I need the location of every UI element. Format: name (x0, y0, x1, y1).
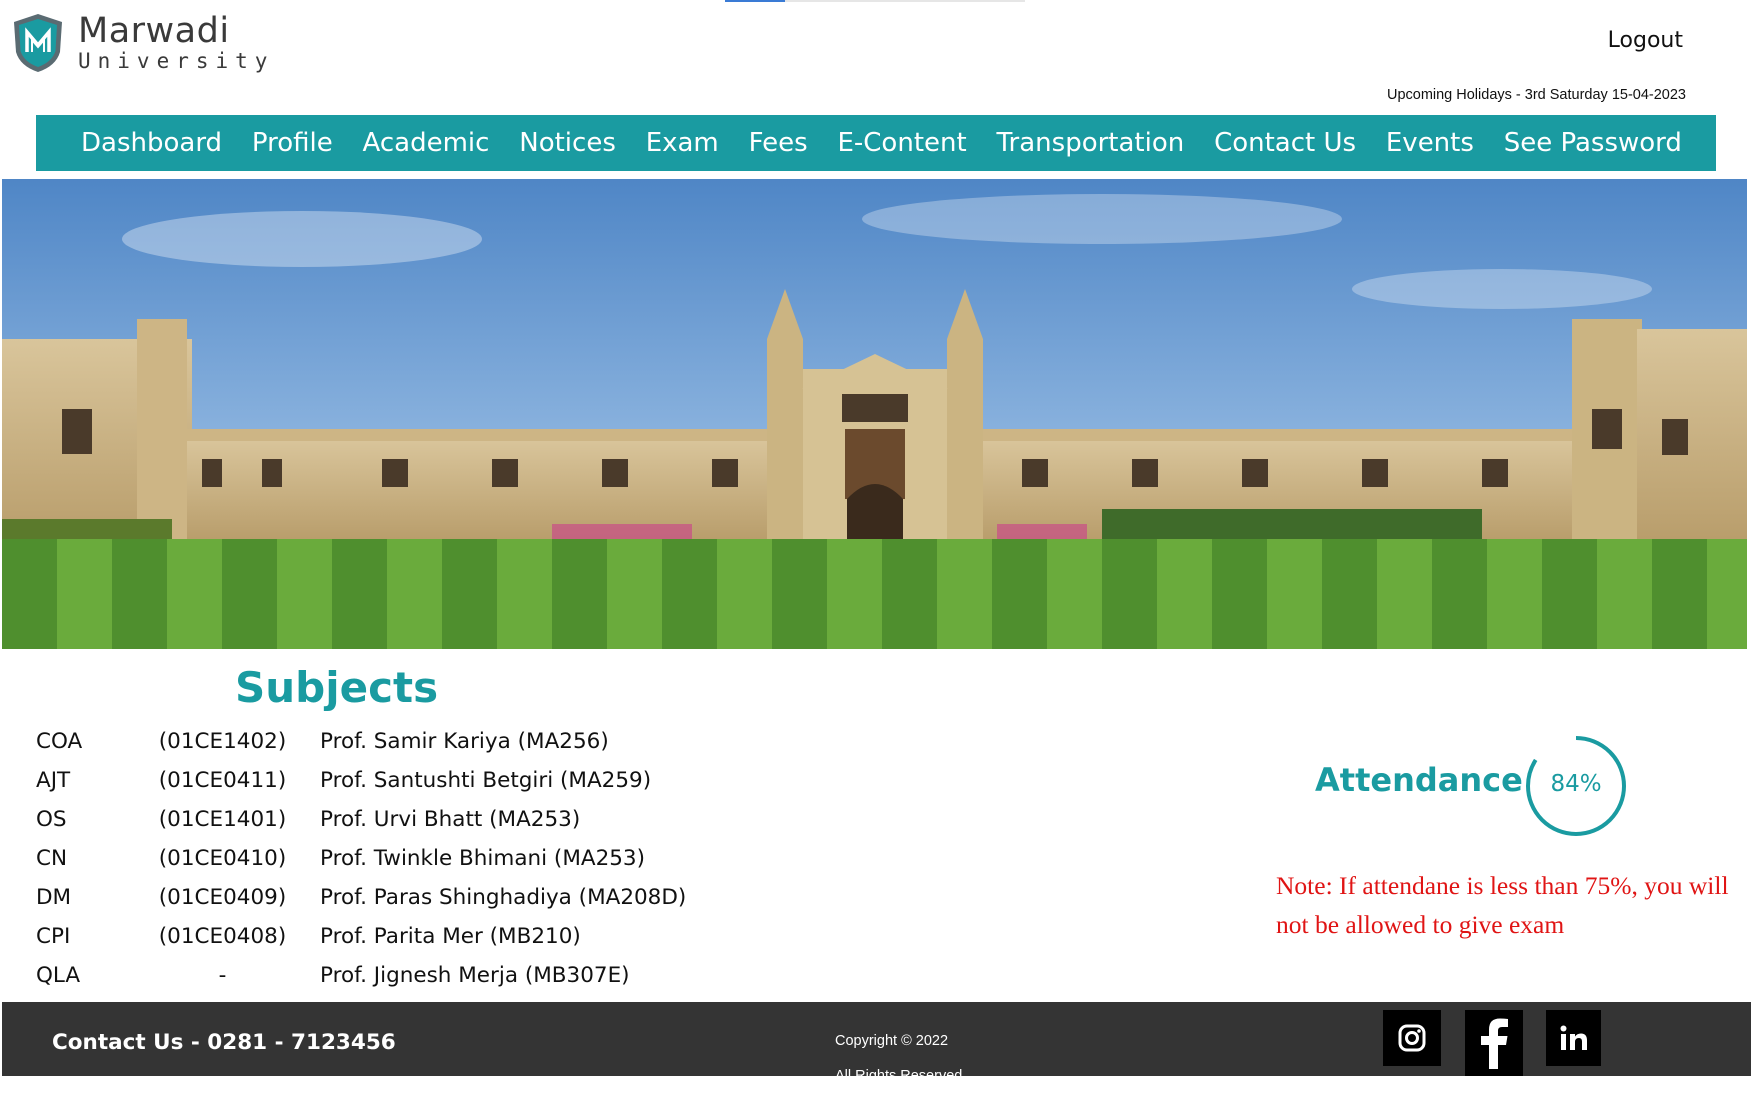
brand-subtitle: University (78, 49, 275, 73)
nav-item-transportation[interactable]: Transportation (997, 128, 1185, 158)
instagram-icon (1398, 1024, 1426, 1052)
attendance-percent: 84% (1550, 771, 1602, 797)
nav-item-dashboard[interactable]: Dashboard (81, 128, 222, 158)
facebook-icon (1481, 1018, 1508, 1069)
subjects-title: Subjects (235, 663, 439, 712)
linkedin-button[interactable] (1546, 1010, 1601, 1066)
linkedin-icon (1560, 1025, 1587, 1050)
subject-abbr: AJT (36, 768, 71, 793)
subject-professor: Prof. Parita Mer (MB210) (320, 924, 581, 949)
subject-professor: Prof. Paras Shinghadiya (MA208D) (320, 885, 687, 910)
subject-abbr: CPI (36, 924, 71, 949)
subject-row: OS (01CE1401) Prof. Urvi Bhatt (MA253) (30, 800, 686, 839)
subject-code: - (218, 963, 227, 988)
nav-item-notices[interactable]: Notices (519, 128, 616, 158)
subject-professor: Prof. Urvi Bhatt (MA253) (320, 807, 581, 832)
nav-item-contact-us[interactable]: Contact Us (1214, 128, 1356, 158)
campus-banner-image (2, 179, 1747, 649)
logout-link[interactable]: Logout (1608, 28, 1683, 53)
footer-copyright: Copyright © 2022 All Rights Reserved. (835, 1024, 966, 1094)
subject-abbr: QLA (36, 963, 81, 988)
attendance-note: Note: If attendane is less than 75%, you… (1276, 871, 1729, 939)
nav-item-events[interactable]: Events (1386, 128, 1474, 158)
nav-item-exam[interactable]: Exam (646, 128, 719, 158)
nav-item-fees[interactable]: Fees (749, 128, 808, 158)
attendance-label: Attendance (1315, 761, 1523, 799)
nav-item-profile[interactable]: Profile (252, 128, 333, 158)
nav-item-academic[interactable]: Academic (363, 128, 490, 158)
subject-code: (01CE1401) (158, 807, 287, 832)
subject-professor: Prof. Twinkle Bhimani (MA253) (320, 846, 645, 871)
brand-name: Marwadi (78, 11, 230, 51)
subject-row: CN (01CE0410) Prof. Twinkle Bhimani (MA2… (30, 839, 686, 878)
subject-abbr: OS (36, 807, 67, 832)
subject-row: CPI (01CE0408) Prof. Parita Mer (MB210) (30, 917, 686, 956)
subject-abbr: CN (36, 846, 68, 871)
subject-code: (01CE1402) (158, 729, 287, 754)
subject-professor: Prof. Samir Kariya (MA256) (320, 729, 609, 754)
facebook-button[interactable] (1465, 1010, 1523, 1076)
top-progress-line (725, 0, 1025, 2)
subject-row: DM (01CE0409) Prof. Paras Shinghadiya (M… (30, 878, 686, 917)
nav-item-see-password[interactable]: See Password (1504, 128, 1682, 158)
subject-abbr: COA (36, 729, 83, 754)
subject-professor: Prof. Jignesh Merja (MB307E) (320, 963, 630, 988)
subject-code: (01CE0409) (158, 885, 287, 910)
nav-item-e-content[interactable]: E-Content (837, 128, 966, 158)
shield-logo-icon (14, 14, 62, 72)
main-nav: Dashboard Profile Academic Notices Exam … (36, 115, 1716, 171)
subject-professor: Prof. Santushti Betgiri (MA259) (320, 768, 652, 793)
footer-contact: Contact Us - 0281 - 7123456 (52, 1030, 396, 1055)
copyright-line: Copyright © 2022 (835, 1033, 949, 1049)
subject-row: QLA - Prof. Jignesh Merja (MB307E) (30, 956, 686, 995)
subject-row: COA (01CE1402) Prof. Samir Kariya (MA256… (30, 722, 686, 761)
holiday-notice: Upcoming Holidays - 3rd Saturday 15-04-2… (1386, 87, 1686, 103)
university-logo[interactable]: Marwadi University (10, 12, 274, 74)
subject-code: (01CE0408) (158, 924, 287, 949)
subject-code: (01CE0411) (158, 768, 287, 793)
subject-abbr: DM (36, 885, 72, 910)
subject-row: AJT (01CE0411) Prof. Santushti Betgiri (… (30, 761, 686, 800)
instagram-button[interactable] (1383, 1010, 1441, 1066)
subjects-list: COA (01CE1402) Prof. Samir Kariya (MA256… (30, 722, 686, 995)
subject-code: (01CE0410) (158, 846, 287, 871)
rights-line: All Rights Reserved. (835, 1068, 967, 1084)
